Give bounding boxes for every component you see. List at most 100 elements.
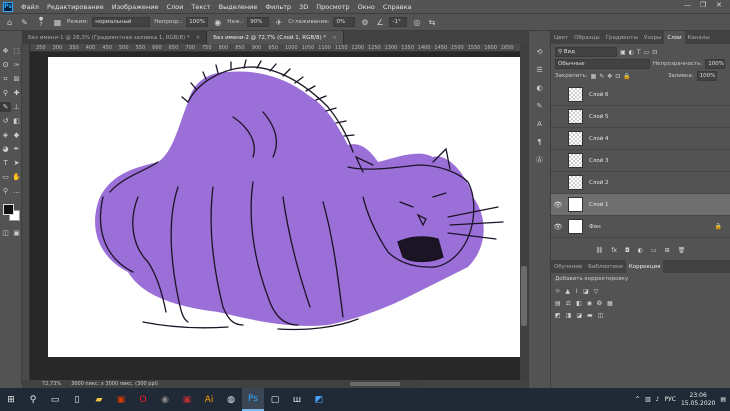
layer-name[interactable]: Слой 1 bbox=[589, 202, 609, 208]
brush-preset-icon[interactable]: ● 7 bbox=[34, 16, 48, 28]
gradient-map-icon[interactable]: ▬ bbox=[587, 312, 593, 319]
layer-row-background[interactable]: 👁 Фон 🔒 bbox=[551, 216, 730, 238]
layer-row[interactable]: Слой 2 bbox=[551, 172, 730, 194]
foreground-color-swatch[interactable] bbox=[3, 204, 14, 215]
scroll-thumb[interactable] bbox=[521, 266, 527, 326]
eyedropper-tool-icon[interactable]: ⚲ bbox=[0, 88, 11, 98]
type-tool-icon[interactable]: T bbox=[0, 158, 11, 168]
opacity-field[interactable]: 100% bbox=[186, 17, 209, 27]
fx-icon[interactable]: fx bbox=[611, 247, 617, 254]
brushes-panel-icon[interactable]: ✎ bbox=[534, 101, 545, 111]
windows-start-icon[interactable]: ⊞ bbox=[0, 388, 22, 411]
horizontal-scrollbar[interactable] bbox=[240, 381, 420, 387]
tab-libraries[interactable]: Библиотеки bbox=[585, 260, 626, 273]
layer-row[interactable]: Слой 5 bbox=[551, 106, 730, 128]
tab-adjustments[interactable]: Коррекция bbox=[625, 260, 664, 273]
tab-color[interactable]: Цвет bbox=[551, 31, 571, 44]
levels-icon[interactable]: ▲ bbox=[565, 288, 570, 295]
properties-panel-icon[interactable]: ☰ bbox=[534, 65, 545, 75]
mode-select[interactable]: нормальный bbox=[92, 17, 151, 27]
eye-icon[interactable]: 👁 bbox=[551, 223, 565, 231]
delete-layer-icon[interactable]: 🗑 bbox=[678, 247, 686, 254]
app-icon[interactable]: ◉ bbox=[154, 388, 176, 411]
tab-layers[interactable]: Слои bbox=[664, 31, 685, 44]
network-icon[interactable]: ▥ bbox=[645, 396, 651, 403]
menu-select[interactable]: Выделение bbox=[215, 3, 262, 11]
layer-name[interactable]: Слой 4 bbox=[589, 136, 609, 142]
opera-icon[interactable]: O bbox=[132, 388, 154, 411]
lock-position-icon[interactable]: ✥ bbox=[607, 73, 612, 80]
doc-tab-2[interactable]: Без имени-2 @ 72,7% (Слой 1, RGB/8) * × bbox=[207, 31, 344, 44]
tab-swatches[interactable]: Образцы bbox=[571, 31, 603, 44]
menu-filter[interactable]: Фильтр bbox=[261, 3, 295, 11]
menu-edit[interactable]: Редактирование bbox=[43, 3, 108, 11]
eraser-tool-icon[interactable]: ◧ bbox=[11, 116, 22, 126]
dodge-tool-icon[interactable]: ◕ bbox=[0, 144, 11, 154]
tab-gradients[interactable]: Градиенты bbox=[603, 31, 641, 44]
layer-opacity-field[interactable]: 100% bbox=[705, 59, 726, 69]
move-tool-icon[interactable]: ✥ bbox=[0, 46, 11, 56]
color-lookup-icon[interactable]: ▦ bbox=[607, 300, 613, 307]
new-adjustment-icon[interactable]: ◐ bbox=[638, 247, 643, 254]
tray-chevron-icon[interactable]: ^ bbox=[635, 396, 640, 403]
menu-help[interactable]: Справка bbox=[379, 3, 416, 11]
airbrush-icon[interactable]: ✈ bbox=[273, 17, 284, 28]
layer-name[interactable]: Слой 3 bbox=[589, 158, 609, 164]
brush-tool-icon[interactable]: ✎ bbox=[19, 17, 30, 28]
hue-sat-icon[interactable]: ▤ bbox=[555, 300, 561, 307]
layer-name[interactable]: Фон bbox=[589, 224, 601, 230]
flow-field[interactable]: 90% bbox=[247, 17, 270, 27]
filter-shape-icon[interactable]: ▭ bbox=[644, 49, 650, 56]
paint-bucket-icon[interactable]: ◈ bbox=[0, 130, 11, 140]
history-brush-icon[interactable]: ↺ bbox=[0, 116, 11, 126]
more-tools-icon[interactable]: … bbox=[11, 186, 22, 196]
shape-tool-icon[interactable]: ▭ bbox=[0, 172, 11, 182]
volume-icon[interactable]: ♪ bbox=[656, 396, 660, 403]
smoothing-settings-icon[interactable]: ⚙ bbox=[359, 17, 370, 28]
new-layer-icon[interactable]: ⊞ bbox=[665, 247, 670, 254]
smoothing-field[interactable]: 0% bbox=[333, 17, 356, 27]
pressure-opacity-icon[interactable]: ◉ bbox=[212, 17, 223, 28]
close-tab-icon[interactable]: × bbox=[196, 35, 201, 41]
app-icon[interactable]: ◩ bbox=[308, 388, 330, 411]
doc-tab-1[interactable]: Без имени-1 @ 28,3% (Градиентная заливка… bbox=[22, 31, 208, 44]
filter-type-icon[interactable]: T bbox=[637, 49, 641, 56]
stamp-tool-icon[interactable]: ⊥ bbox=[11, 102, 22, 112]
menu-file[interactable]: Файл bbox=[17, 3, 43, 11]
quick-mask-icon[interactable]: ◫ bbox=[0, 228, 11, 238]
glyphs-panel-icon[interactable]: Ⓐ bbox=[534, 155, 545, 165]
layer-name[interactable]: Слой 2 bbox=[589, 180, 609, 186]
illustrator-icon[interactable]: Ai bbox=[198, 388, 220, 411]
home-icon[interactable]: ⌂ bbox=[4, 17, 15, 28]
exposure-icon[interactable]: ◪ bbox=[583, 288, 589, 295]
zoom-readout[interactable]: 72,73% bbox=[42, 381, 61, 387]
canvas-area[interactable] bbox=[30, 52, 520, 380]
symmetry-icon[interactable]: ⇆ bbox=[426, 17, 437, 28]
close-icon[interactable]: ✕ bbox=[716, 1, 722, 9]
healing-tool-icon[interactable]: ✚ bbox=[11, 88, 22, 98]
app-icon[interactable]: ▢ bbox=[264, 388, 286, 411]
app-icon[interactable]: ◍ bbox=[220, 388, 242, 411]
selective-color-icon[interactable]: ◫ bbox=[598, 312, 604, 319]
tab-patterns[interactable]: Узоры bbox=[641, 31, 664, 44]
task-view-icon[interactable]: ▭ bbox=[44, 388, 66, 411]
paragraph-panel-icon[interactable]: ¶ bbox=[534, 137, 545, 147]
blur-tool-icon[interactable]: ◆ bbox=[11, 130, 22, 140]
channel-mixer-icon[interactable]: ❂ bbox=[597, 300, 602, 307]
posterize-icon[interactable]: ◨ bbox=[566, 312, 572, 319]
layer-row[interactable]: Слой 4 bbox=[551, 128, 730, 150]
menu-view[interactable]: Просмотр bbox=[312, 3, 353, 11]
photoshop-taskbar-icon[interactable]: Ps bbox=[242, 388, 264, 411]
brush-settings-icon[interactable]: ▦ bbox=[52, 17, 63, 28]
new-group-icon[interactable]: ▭ bbox=[651, 247, 657, 254]
filter-image-icon[interactable]: ▣ bbox=[620, 49, 626, 56]
vibrance-icon[interactable]: ▽ bbox=[594, 288, 599, 295]
menu-type[interactable]: Текст bbox=[187, 3, 214, 11]
app-icon[interactable]: ▯ bbox=[66, 388, 88, 411]
minimize-icon[interactable]: — bbox=[684, 1, 691, 9]
photo-filter-icon[interactable]: ◉ bbox=[587, 300, 592, 307]
crop-tool-icon[interactable]: ⌗ bbox=[0, 74, 11, 84]
menu-image[interactable]: Изображение bbox=[108, 3, 163, 11]
layer-filter-select[interactable]: ⚲ Вид bbox=[555, 47, 617, 57]
quick-select-icon[interactable]: ✑ bbox=[11, 60, 22, 70]
